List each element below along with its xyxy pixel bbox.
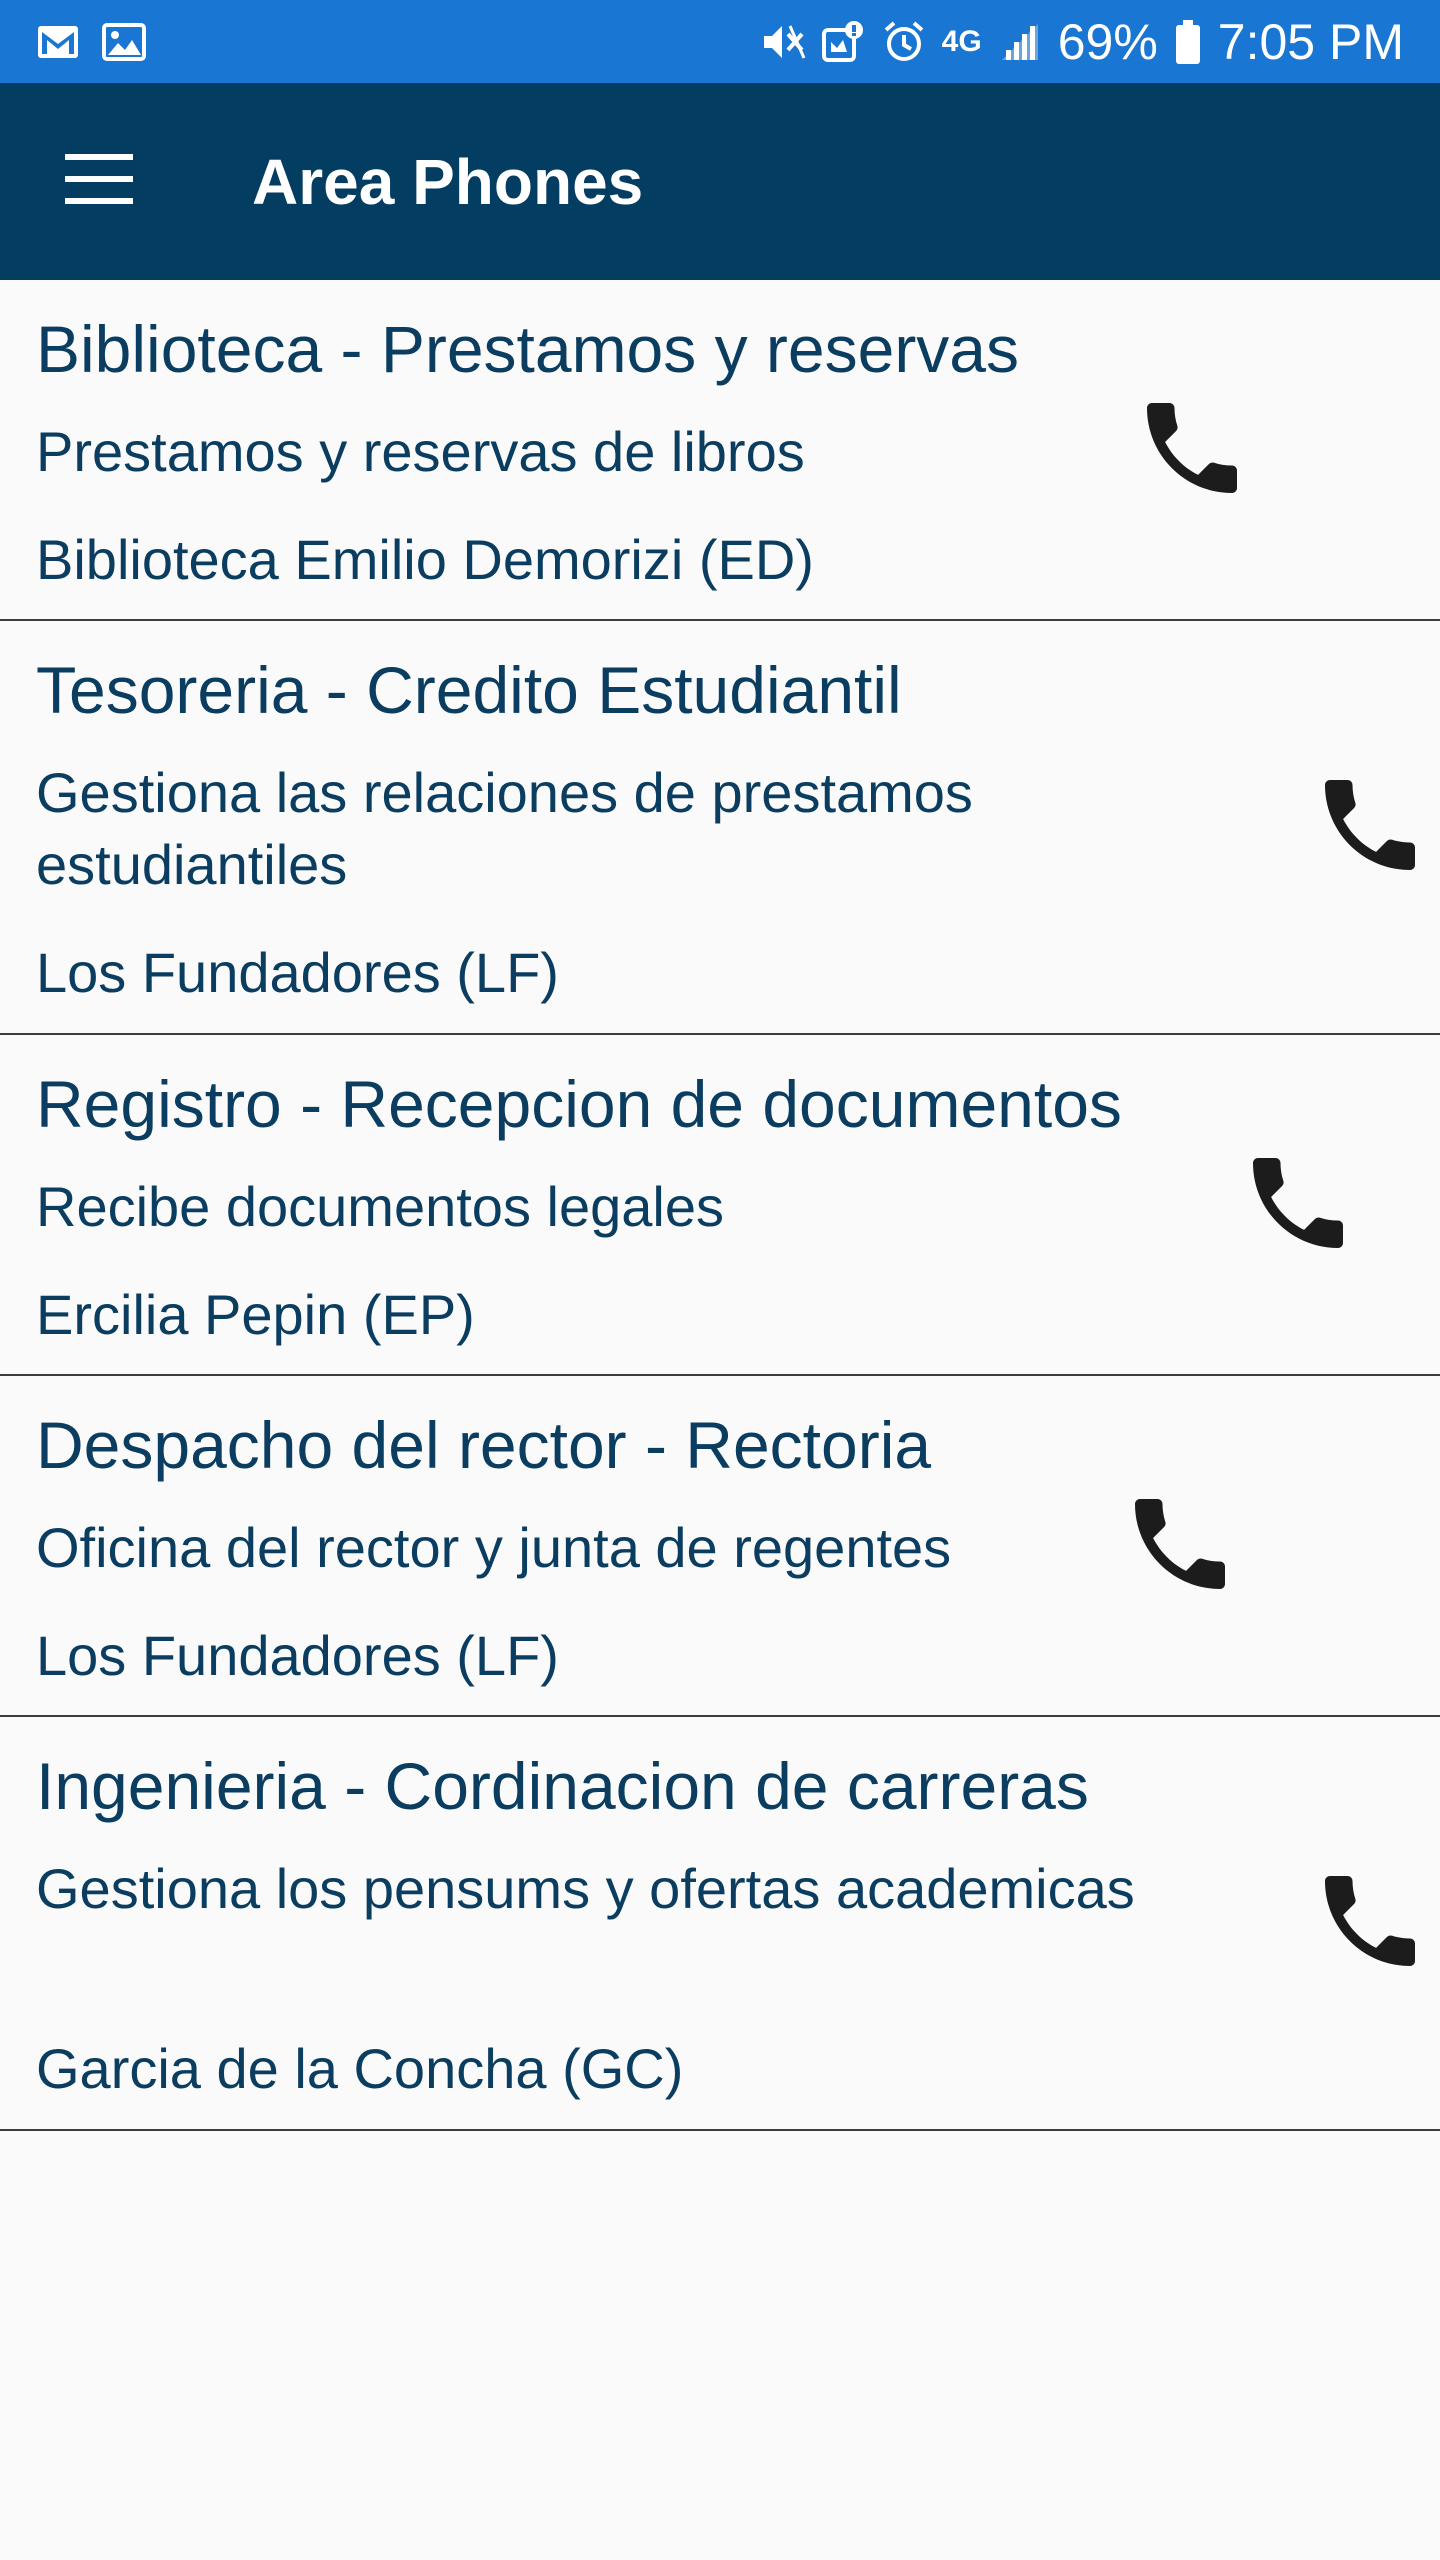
alarm-icon (882, 20, 926, 64)
app-bar: Area Phones (0, 83, 1440, 280)
item-description: Gestiona los pensums y ofertas academica… (36, 1857, 1135, 1920)
list-item[interactable]: Ingenieria - Cordinacion de carreras Ges… (0, 1717, 1440, 2131)
call-button[interactable] (1132, 388, 1252, 508)
phone-icon (1325, 780, 1415, 870)
mail-icon (36, 24, 80, 60)
list-item[interactable]: Tesoreria - Credito Estudiantil Gestiona… (0, 621, 1440, 1035)
lte-icon: 4G (941, 24, 982, 58)
item-title: Ingenieria - Cordinacion de carreras (36, 1749, 1089, 1823)
battery-percentage: 69% (1057, 13, 1158, 70)
list-item[interactable]: Biblioteca - Prestamos y reservas Presta… (0, 280, 1440, 621)
image-icon (102, 22, 146, 61)
phone-icon (1253, 1158, 1343, 1248)
menu-button[interactable] (0, 83, 197, 280)
status-bar: 4G 69% 7:05 PM (0, 0, 1440, 83)
item-location: Los Fundadores (LF) (36, 941, 559, 1004)
mute-icon (760, 20, 806, 64)
item-description: Gestiona las relaciones de prestamos est… (36, 761, 973, 896)
item-title: Tesoreria - Credito Estudiantil (36, 653, 902, 727)
item-location: Ercilia Pepin (EP) (36, 1283, 475, 1346)
item-description: Oficina del rector y junta de regentes (36, 1516, 952, 1579)
call-button[interactable] (1238, 1143, 1358, 1263)
signal-icon (998, 20, 1042, 64)
status-right: 4G 69% 7:05 PM (760, 17, 1404, 67)
page-title: Area Phones (252, 145, 644, 218)
phone-icon (1325, 1876, 1415, 1966)
item-title: Registro - Recepcion de documentos (36, 1067, 1122, 1141)
clock: 7:05 PM (1217, 13, 1404, 70)
menu-icon (64, 154, 133, 209)
network-type: 4G (941, 24, 982, 58)
call-button[interactable] (1120, 1484, 1240, 1604)
area-phones-list: Biblioteca - Prestamos y reservas Presta… (0, 280, 1440, 2131)
call-button[interactable] (1310, 1861, 1430, 1981)
item-title: Despacho del rector - Rectoria (36, 1408, 932, 1482)
battery-icon (1174, 18, 1202, 66)
list-item[interactable]: Registro - Recepcion de documentos Recib… (0, 1035, 1440, 1376)
item-location: Biblioteca Emilio Demorizi (ED) (36, 528, 814, 591)
phone-icon (1147, 403, 1237, 493)
app-notification-icon (821, 20, 866, 64)
item-location: Los Fundadores (LF) (36, 1624, 559, 1687)
status-left (36, 22, 146, 61)
item-location: Garcia de la Concha (GC) (36, 2037, 684, 2100)
item-title: Biblioteca - Prestamos y reservas (36, 312, 1020, 386)
phone-icon (1135, 1499, 1225, 1589)
list-item[interactable]: Despacho del rector - Rectoria Oficina d… (0, 1376, 1440, 1717)
call-button[interactable] (1310, 765, 1430, 885)
item-description: Prestamos y reservas de libros (36, 420, 805, 483)
item-description: Recibe documentos legales (36, 1175, 724, 1238)
